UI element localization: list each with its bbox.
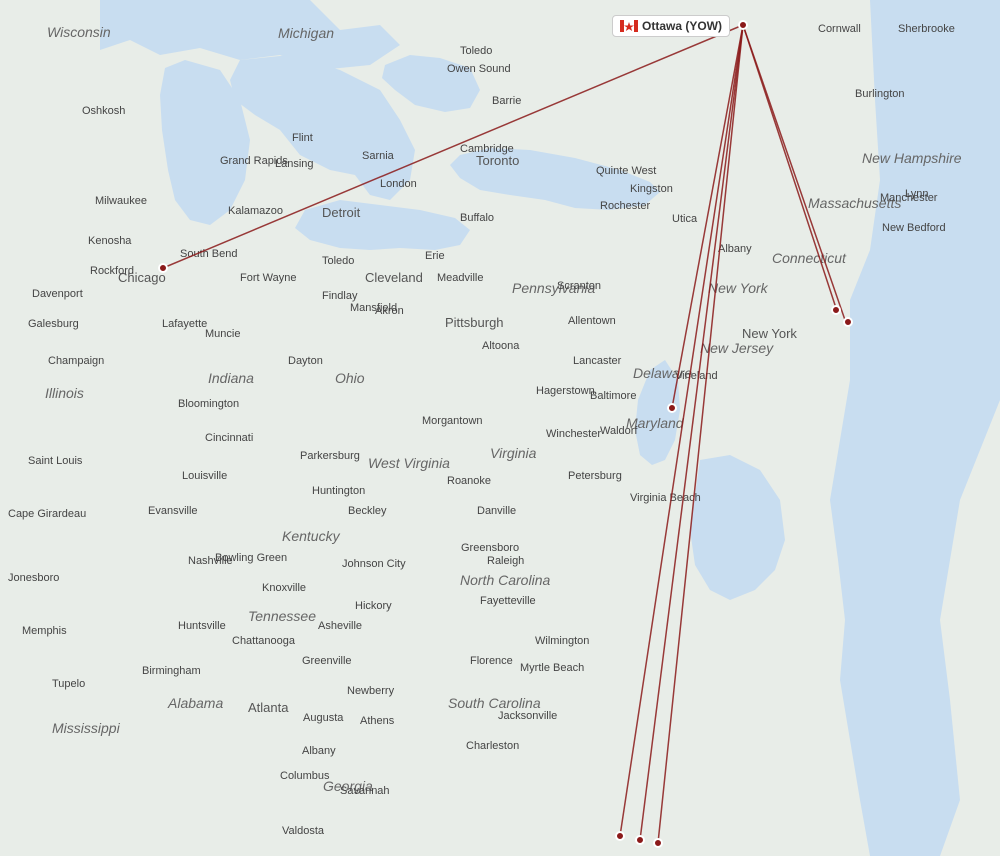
airport-marker-lga — [843, 317, 853, 327]
airport-label-yow: Ottawa (YOW) — [612, 15, 730, 37]
airport-marker-fla1 — [615, 831, 625, 841]
airport-marker-yow — [738, 20, 748, 30]
airport-marker-ord — [158, 263, 168, 273]
airport-name-yow: Ottawa (YOW) — [642, 19, 722, 33]
airport-marker-fla2 — [635, 835, 645, 845]
canada-flag-icon — [620, 20, 638, 32]
map-container: Wisconsin Toledo Oshkosh Milwaukee Kenos… — [0, 0, 1000, 856]
airport-marker-bwi — [667, 403, 677, 413]
airport-marker-jfk — [831, 305, 841, 315]
airport-marker-fla3 — [653, 838, 663, 848]
